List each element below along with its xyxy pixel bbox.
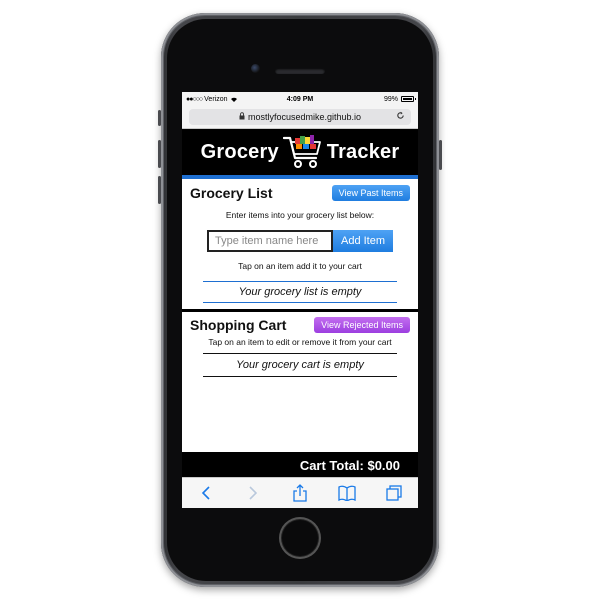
shopping-cart-title: Shopping Cart [190, 317, 287, 333]
app-title-right: Tracker [326, 140, 400, 163]
phone-screen: ●●○○○ Verizon 4:09 PM 99% mostlyfocusedm… [182, 92, 418, 508]
stage: ●●○○○ Verizon 4:09 PM 99% mostlyfocusedm… [0, 0, 600, 600]
volume-up-button [158, 140, 161, 168]
shopping-cart-logo-icon [282, 135, 321, 168]
tabs-icon[interactable] [382, 483, 406, 503]
url-bar: mostlyfocusedmike.github.io [182, 106, 418, 129]
view-past-items-button[interactable]: View Past Items [331, 185, 410, 201]
cart-total-bar: Cart Total: $0.00 [182, 452, 418, 478]
grocery-list-instruction: Enter items into your grocery list below… [225, 210, 375, 220]
url-text: mostlyfocusedmike.github.io [247, 112, 362, 122]
power-button [439, 140, 442, 170]
shopping-cart-header: Shopping Cart View Rejected Items [190, 317, 410, 333]
home-button[interactable] [279, 517, 321, 559]
lock-icon [239, 112, 245, 122]
view-rejected-items-button[interactable]: View Rejected Items [314, 317, 410, 333]
cart-total-label: Cart Total: $0.00 [299, 457, 400, 473]
earpiece-speaker [275, 68, 325, 74]
browser-toolbar [182, 477, 418, 508]
app-title-left: Grocery [200, 140, 279, 163]
grocery-list-section: Grocery List View Past Items Enter items… [182, 179, 418, 307]
back-icon[interactable] [194, 483, 218, 503]
grocery-list-title: Grocery List [190, 185, 273, 201]
status-bar: ●●○○○ Verizon 4:09 PM 99% [182, 92, 418, 106]
add-item-button[interactable]: Add Item [332, 230, 394, 252]
app-header: Grocery Tracker [182, 129, 418, 179]
bookmarks-icon[interactable] [335, 483, 359, 503]
battery-icon [401, 96, 416, 102]
shopping-cart-instruction: Tap on an item to edit or remove it from… [208, 337, 392, 347]
status-time: 4:09 PM [286, 95, 314, 103]
share-icon[interactable] [288, 483, 312, 503]
grocery-list-hint: Tap on an item add it to your cart [238, 261, 362, 271]
shopping-cart-empty-message: Your grocery cart is empty [203, 353, 397, 377]
forward-icon[interactable] [241, 483, 265, 503]
shopping-cart-section: Shopping Cart View Rejected Items Tap on… [182, 312, 418, 381]
grocery-list-header: Grocery List View Past Items [190, 185, 410, 201]
item-name-input[interactable] [206, 230, 333, 252]
grocery-list-empty-message: Your grocery list is empty [203, 281, 397, 303]
address-field[interactable]: mostlyfocusedmike.github.io [189, 109, 411, 125]
mute-switch [158, 110, 161, 126]
front-camera [251, 64, 260, 73]
volume-down-button [158, 176, 161, 204]
battery-fill [403, 98, 412, 100]
add-item-row: Add Item [190, 230, 410, 252]
reload-icon[interactable] [396, 111, 405, 123]
